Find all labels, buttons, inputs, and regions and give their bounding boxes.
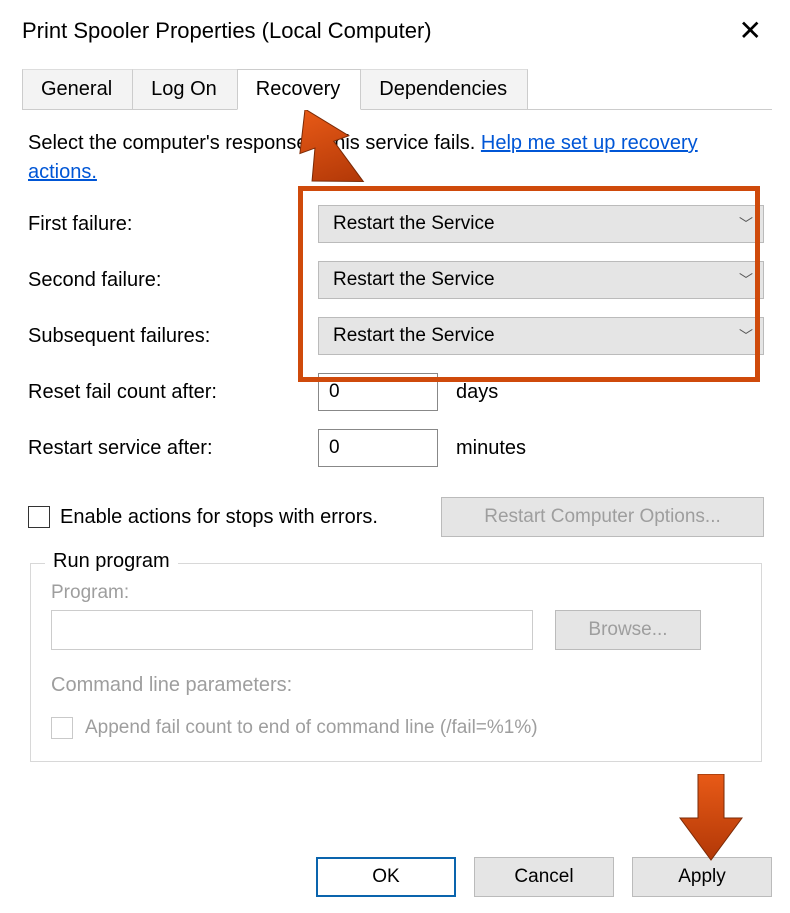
label-subsequent-failures: Subsequent failures: <box>28 325 318 348</box>
tab-log-on[interactable]: Log On <box>132 69 238 110</box>
intro-text-part: Select the computer's response if this s… <box>28 132 481 154</box>
chevron-down-icon: ﹀ <box>739 326 753 346</box>
program-input <box>51 610 533 650</box>
chevron-down-icon: ﹀ <box>739 270 753 290</box>
tab-dependencies[interactable]: Dependencies <box>360 69 528 110</box>
subsequent-failures-value: Restart the Service <box>333 325 495 347</box>
label-first-failure: First failure: <box>28 213 318 236</box>
window-title: Print Spooler Properties (Local Computer… <box>22 18 432 44</box>
label-second-failure: Second failure: <box>28 269 318 292</box>
intro-text: Select the computer's response if this s… <box>28 129 764 187</box>
browse-button: Browse... <box>555 610 701 650</box>
run-program-group-label: Run program <box>45 550 178 573</box>
reset-fail-count-input[interactable] <box>318 373 438 411</box>
cancel-button[interactable]: Cancel <box>474 857 614 897</box>
append-fail-count-checkbox <box>51 717 73 739</box>
unit-minutes: minutes <box>456 437 526 460</box>
unit-days: days <box>456 381 498 404</box>
tab-recovery[interactable]: Recovery <box>237 69 361 110</box>
restart-service-after-input[interactable] <box>318 429 438 467</box>
first-failure-dropdown[interactable]: Restart the Service ﹀ <box>318 205 764 243</box>
dialog-footer: OK Cancel Apply <box>316 857 772 897</box>
label-restart-service-after: Restart service after: <box>28 437 318 460</box>
close-icon[interactable]: ✕ <box>731 14 770 47</box>
tab-bar: General Log On Recovery Dependencies <box>22 69 790 110</box>
enable-actions-label: Enable actions for stops with errors. <box>60 506 378 529</box>
tab-general[interactable]: General <box>22 69 133 110</box>
append-fail-count-label: Append fail count to end of command line… <box>85 717 538 739</box>
enable-actions-checkbox[interactable] <box>28 506 50 528</box>
chevron-down-icon: ﹀ <box>739 214 753 234</box>
subsequent-failures-dropdown[interactable]: Restart the Service ﹀ <box>318 317 764 355</box>
program-label: Program: <box>51 582 741 604</box>
second-failure-value: Restart the Service <box>333 269 495 291</box>
second-failure-dropdown[interactable]: Restart the Service ﹀ <box>318 261 764 299</box>
annotation-arrow-bottom <box>676 774 746 864</box>
first-failure-value: Restart the Service <box>333 213 495 235</box>
apply-button[interactable]: Apply <box>632 857 772 897</box>
run-program-group: Run program Program: Browse... Command l… <box>30 563 762 762</box>
command-line-label: Command line parameters: <box>51 674 741 697</box>
restart-computer-options-button[interactable]: Restart Computer Options... <box>441 497 764 537</box>
ok-button[interactable]: OK <box>316 857 456 897</box>
label-reset-fail-count: Reset fail count after: <box>28 381 318 404</box>
